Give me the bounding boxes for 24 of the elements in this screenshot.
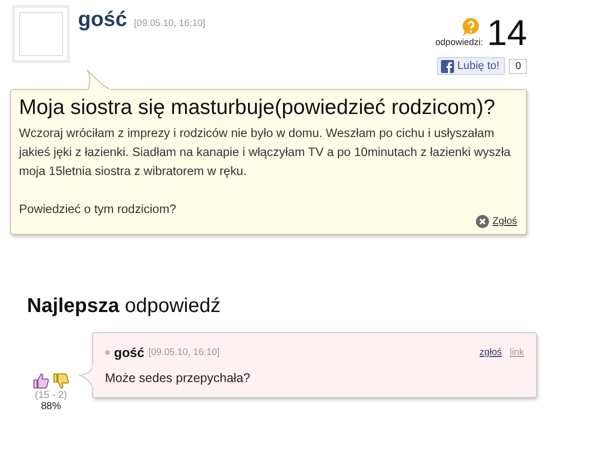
- post-date: [09.05.10, 16:10]: [134, 18, 206, 29]
- question-body: Wczoraj wróciłam z imprezy i rodziców nie było w domu. Weszłam po cichu i usłyszałam jakieś jęki z łazienki. Siadłam na kanapie i włączyłam TV a po 10minutach z łazienki wyszła moja 15letnia siostra z wibratorem w ręku.: [19, 125, 512, 180]
- status-dot: [105, 350, 110, 355]
- answers-label: odpowiedzi:: [435, 37, 483, 47]
- like-count: 0: [509, 58, 527, 74]
- report-link[interactable]: zgłoś: [480, 347, 502, 358]
- avatar-placeholder: [12, 5, 70, 63]
- close-circle-icon: [476, 215, 489, 228]
- like-button[interactable]: Lubię to!: [437, 57, 506, 75]
- author-name[interactable]: gość: [78, 8, 128, 32]
- question-bubble-icon: [460, 17, 481, 37]
- question-closing: Powiedzieć o tym rodziciom?: [19, 201, 178, 218]
- answers-count: 14: [486, 15, 527, 51]
- post-date: [09.05.10, 16:10]: [148, 347, 220, 358]
- vote-percent: 88%: [40, 401, 61, 412]
- thumbs-up-icon[interactable]: [32, 372, 50, 390]
- author-name[interactable]: gość: [114, 345, 144, 360]
- vote-count: (15 - 2): [34, 390, 68, 401]
- question-title: Moja siostra się masturbuje(powiedzieć rodzicom)?: [19, 96, 496, 120]
- report-link[interactable]: Zgłoś: [492, 216, 517, 227]
- facebook-icon: [441, 60, 454, 72]
- thumbs-down-icon[interactable]: [52, 372, 70, 390]
- best-answer-heading: Najlepsza odpowiedź: [27, 295, 222, 318]
- answer-text: Może sedes przepychała?: [105, 371, 252, 385]
